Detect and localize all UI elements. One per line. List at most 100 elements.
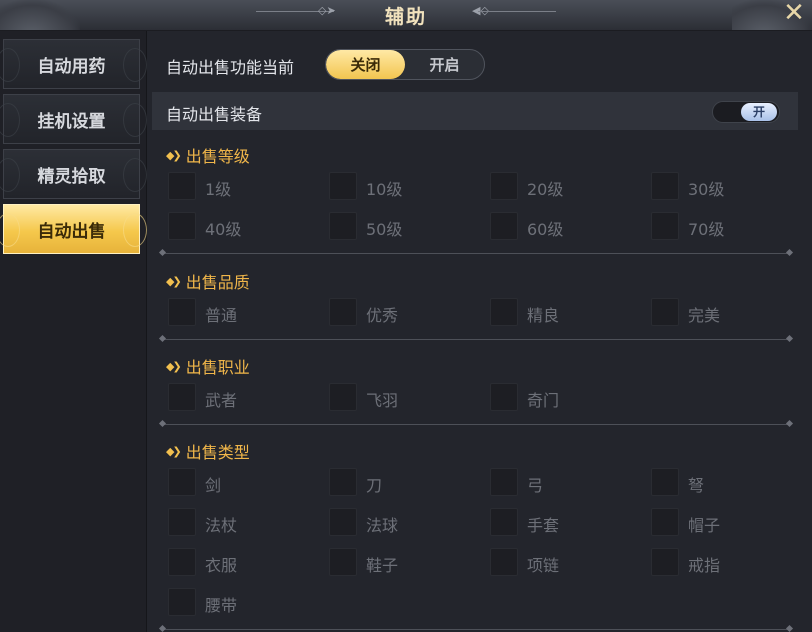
- option-type-belt[interactable]: 腰带: [168, 588, 318, 616]
- option-label: 刀: [366, 476, 383, 495]
- option-label: 50级: [366, 220, 403, 239]
- checkbox[interactable]: [329, 298, 357, 326]
- auto-sell-master-label: 自动出售功能当前: [166, 58, 295, 77]
- checkbox[interactable]: [168, 548, 196, 576]
- option-level-1[interactable]: 1级: [168, 172, 318, 200]
- option-class-mystic[interactable]: 奇门: [490, 383, 640, 411]
- option-type-gloves[interactable]: 手套: [490, 508, 640, 536]
- option-label: 法球: [366, 516, 399, 535]
- sidebar-item-label: 自动出售: [37, 221, 106, 242]
- option-level-30[interactable]: 30级: [651, 172, 801, 200]
- auto-sell-off-button[interactable]: 关闭: [326, 50, 405, 79]
- checkbox[interactable]: [490, 172, 518, 200]
- checkbox[interactable]: [490, 212, 518, 240]
- checkbox[interactable]: [329, 383, 357, 411]
- option-label: 1级: [205, 180, 232, 199]
- option-type-hat[interactable]: 帽子: [651, 508, 801, 536]
- checkbox[interactable]: [651, 508, 679, 536]
- checkbox[interactable]: [490, 548, 518, 576]
- sidebar-item-label: 自动用药: [37, 56, 106, 77]
- section-title-text: 出售品质: [185, 273, 250, 292]
- close-x-icon[interactable]: ✕: [780, 0, 808, 28]
- checkbox[interactable]: [168, 212, 196, 240]
- option-type-sword[interactable]: 剑: [168, 468, 318, 496]
- option-quality-common[interactable]: 普通: [168, 298, 318, 326]
- option-type-staff[interactable]: 法杖: [168, 508, 318, 536]
- option-quality-fine[interactable]: 精良: [490, 298, 640, 326]
- checkbox[interactable]: [329, 212, 357, 240]
- checkbox[interactable]: [329, 172, 357, 200]
- checkbox[interactable]: [168, 383, 196, 411]
- diamond-arrow-icon: ◆❯: [166, 359, 182, 373]
- checkbox[interactable]: [329, 548, 357, 576]
- sidebar: 自动用药 挂机设置 精灵拾取 自动出售: [0, 31, 147, 632]
- checkbox[interactable]: [490, 383, 518, 411]
- section-title: ◆❯ 出售等级: [166, 143, 250, 167]
- option-label: 剑: [205, 476, 222, 495]
- option-type-crossbow[interactable]: 弩: [651, 468, 801, 496]
- option-type-necklace[interactable]: 项链: [490, 548, 640, 576]
- sidebar-item-auto-sell[interactable]: 自动出售: [0, 204, 147, 254]
- option-label: 弩: [688, 476, 705, 495]
- checkbox[interactable]: [651, 212, 679, 240]
- checkbox[interactable]: [168, 588, 196, 616]
- option-type-bow[interactable]: 弓: [490, 468, 640, 496]
- option-quality-excellent[interactable]: 优秀: [329, 298, 479, 326]
- checkbox[interactable]: [168, 468, 196, 496]
- option-label: 普通: [205, 306, 238, 325]
- option-label: 优秀: [366, 306, 399, 325]
- sidebar-item-label: 精灵拾取: [37, 166, 106, 187]
- checkbox[interactable]: [651, 298, 679, 326]
- option-quality-perfect[interactable]: 完美: [651, 298, 801, 326]
- option-label: 帽子: [688, 516, 721, 535]
- checkbox[interactable]: [490, 298, 518, 326]
- checkbox[interactable]: [168, 298, 196, 326]
- checkbox[interactable]: [490, 468, 518, 496]
- diamond-arrow-icon: ◆❯: [166, 444, 182, 458]
- checkbox[interactable]: [168, 172, 196, 200]
- option-type-blade[interactable]: 刀: [329, 468, 479, 496]
- section-divider: [162, 424, 790, 425]
- checkbox[interactable]: [651, 468, 679, 496]
- option-label: 20级: [527, 180, 564, 199]
- section-title: ◆❯ 出售职业: [166, 354, 250, 378]
- option-type-orb[interactable]: 法球: [329, 508, 479, 536]
- sidebar-item-afk-settings[interactable]: 挂机设置: [0, 94, 147, 144]
- option-label: 飞羽: [366, 391, 399, 410]
- sidebar-item-auto-potion[interactable]: 自动用药: [0, 39, 147, 89]
- checkbox[interactable]: [168, 508, 196, 536]
- option-type-shoes[interactable]: 鞋子: [329, 548, 479, 576]
- auto-sell-panel: 自动出售功能当前 关闭 开启 自动出售装备 开 ◆❯ 出售等级 1级 10级 2…: [152, 31, 812, 632]
- option-label: 武者: [205, 391, 238, 410]
- auto-sell-on-button[interactable]: 开启: [405, 50, 484, 79]
- option-label: 精良: [527, 306, 560, 325]
- option-level-40[interactable]: 40级: [168, 212, 318, 240]
- section-title-text: 出售职业: [185, 358, 250, 377]
- option-level-70[interactable]: 70级: [651, 212, 801, 240]
- option-type-ring[interactable]: 戒指: [651, 548, 801, 576]
- option-level-60[interactable]: 60级: [490, 212, 640, 240]
- diamond-arrow-icon: ◆❯: [166, 274, 182, 288]
- option-label: 30级: [688, 180, 725, 199]
- option-label: 10级: [366, 180, 403, 199]
- sidebar-item-spirit-pickup[interactable]: 精灵拾取: [0, 149, 147, 199]
- section-title-text: 出售等级: [185, 147, 250, 166]
- checkbox[interactable]: [329, 508, 357, 536]
- option-class-feather[interactable]: 飞羽: [329, 383, 479, 411]
- auto-sell-equipment-bar: 自动出售装备 开: [152, 92, 798, 130]
- section-divider: [162, 629, 790, 630]
- option-label: 鞋子: [366, 556, 399, 575]
- option-type-clothes[interactable]: 衣服: [168, 548, 318, 576]
- section-title-text: 出售类型: [185, 443, 250, 462]
- option-level-20[interactable]: 20级: [490, 172, 640, 200]
- option-class-warrior[interactable]: 武者: [168, 383, 318, 411]
- auto-sell-equipment-toggle[interactable]: 开: [712, 101, 780, 123]
- option-label: 戒指: [688, 556, 721, 575]
- checkbox[interactable]: [490, 508, 518, 536]
- checkbox[interactable]: [329, 468, 357, 496]
- sidebar-item-label: 挂机设置: [37, 111, 106, 132]
- checkbox[interactable]: [651, 172, 679, 200]
- option-level-50[interactable]: 50级: [329, 212, 479, 240]
- option-level-10[interactable]: 10级: [329, 172, 479, 200]
- checkbox[interactable]: [651, 548, 679, 576]
